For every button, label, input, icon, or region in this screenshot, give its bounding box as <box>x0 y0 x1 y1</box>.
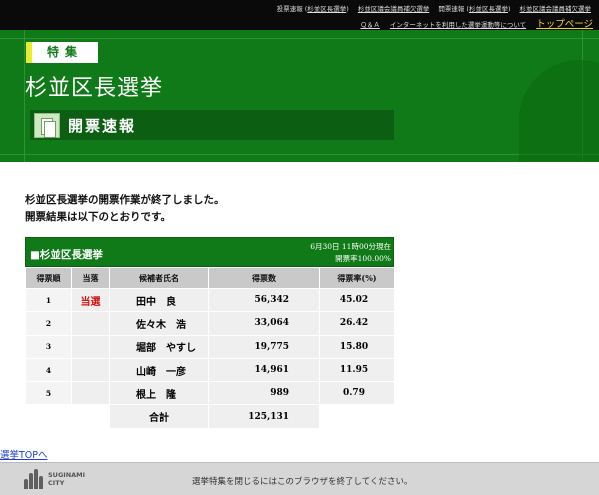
suginami-city-logo: SUGINAMI CITY <box>24 469 85 489</box>
election-links-row: 投票速報 (杉並区長選挙) 杉並区議会議員補欠選挙 開票速報 (杉並区長選挙) … <box>277 3 591 13</box>
column-header: 得票順 <box>25 267 72 289</box>
nav-voting-mayor-link[interactable]: 杉並区長選挙 <box>307 5 346 13</box>
status-cell <box>71 381 110 406</box>
as-of-info: 6月30日 11時00分現在 開票率100.00% <box>310 241 391 265</box>
total-row: 合計 125,131 <box>25 404 395 429</box>
rank-cell: 3 <box>25 334 72 359</box>
table-row: 2 佐々木 浩 33,064 26.42 <box>25 311 395 336</box>
table-row: 3 堀部 やすし 19,775 15.80 <box>25 334 395 359</box>
logo-text: SUGINAMI CITY <box>48 471 85 487</box>
rank-cell: 4 <box>25 357 72 383</box>
candidate-name-cell: 山崎 一彦 <box>109 357 209 383</box>
nav-suffix: ) <box>346 5 349 13</box>
candidate-name-cell: 堀部 やすし <box>109 334 209 359</box>
nav-suffix: ) <box>507 5 511 13</box>
empty-cell <box>319 404 395 429</box>
section-title: 開票速報 <box>68 117 137 135</box>
column-header: 候補者氏名 <box>109 267 209 289</box>
rate-cell: 45.02 <box>319 287 395 313</box>
nav-voting-council-link[interactable]: 杉並区議会議員補欠選挙 <box>358 3 430 13</box>
rank-cell: 2 <box>25 311 72 336</box>
rate-cell: 11.95 <box>319 357 395 383</box>
nav-counting-mayor-link[interactable]: 杉並区長選挙 <box>469 5 508 13</box>
table-row: 5 根上 隆 989 0.79 <box>25 381 395 406</box>
table-row: 4 山崎 一彦 14,961 11.95 <box>25 357 395 383</box>
nav-prefix: 開票速報 ( <box>438 5 469 13</box>
empty-cell <box>71 404 110 429</box>
votes-cell: 14,961 <box>208 357 320 383</box>
election-name: ■杉並区長選挙 <box>30 249 103 261</box>
total-votes: 125,131 <box>208 404 320 429</box>
votes-cell: 989 <box>208 381 320 406</box>
status-cell <box>71 311 110 336</box>
top-navigation-bar: 投票速報 (杉並区長選挙) 杉並区議会議員補欠選挙 開票速報 (杉並区長選挙) … <box>0 0 599 30</box>
candidate-name-cell: 根上 隆 <box>109 381 209 406</box>
total-label: 合計 <box>109 404 209 429</box>
logo-line: SUGINAMI <box>48 471 86 479</box>
as-of-time: 6月30日 11時00分現在 <box>310 242 391 251</box>
document-icon <box>34 113 60 138</box>
rate-cell: 26.42 <box>319 311 395 336</box>
status-cell <box>71 357 110 383</box>
votes-cell: 56,342 <box>208 287 320 313</box>
candidate-name-cell: 田中 良 <box>109 287 209 313</box>
rank-cell: 1 <box>25 287 72 313</box>
nav-counting-council-link[interactable]: 杉並区議会議員補欠選挙 <box>520 3 592 13</box>
votes-cell: 19,775 <box>208 334 320 359</box>
nav-counting-report: 開票速報 (杉並区長選挙) <box>438 3 510 13</box>
candidate-name-cell: 佐々木 浩 <box>109 311 209 336</box>
status-cell: 当選 <box>71 287 110 313</box>
intro-line: 開票結果は以下のとおりです。 <box>25 211 171 223</box>
status-cell <box>71 334 110 359</box>
table-row: 1 当選 田中 良 56,342 45.02 <box>25 287 395 313</box>
votes-cell: 33,064 <box>208 311 320 336</box>
rate-cell: 15.80 <box>319 334 395 359</box>
intro-line: 杉並区長選挙の開票作業が終了しました。 <box>25 194 225 206</box>
page-header: 特集 杉並区長選挙 開票速報 <box>0 30 599 162</box>
feature-badge: 特集 <box>26 42 98 63</box>
footer-message: 選挙特集を閉じるにはこのブラウザを終了してください。 <box>192 477 413 487</box>
header-guide-line <box>0 38 599 39</box>
top-page-link[interactable]: トップページ <box>536 16 593 30</box>
results-table: ■杉並区長選挙 6月30日 11時00分現在 開票率100.00% 得票順 当落… <box>25 237 395 429</box>
page-title: 杉並区長選挙 <box>25 76 164 101</box>
section-banner: 開票速報 <box>30 110 394 140</box>
qa-link[interactable]: Ｑ＆Ａ <box>360 19 380 29</box>
page-footer: SUGINAMI CITY 選挙特集を閉じるにはこのブラウザを終了してください。 <box>0 462 599 495</box>
back-to-election-top-link[interactable]: 選挙TOPへ <box>0 447 48 461</box>
empty-cell <box>25 404 72 429</box>
nav-voting-report: 投票速報 (杉並区長選挙) <box>277 3 349 13</box>
column-header-row: 得票順 当落 候補者氏名 得票数 得票率(%) <box>25 267 395 289</box>
column-header: 得票率(%) <box>319 267 395 289</box>
header-guide-line <box>0 154 599 155</box>
nav-prefix: 投票速報 ( <box>276 5 308 13</box>
rank-cell: 5 <box>25 381 72 406</box>
column-header: 得票数 <box>208 267 320 289</box>
results-table-header: ■杉並区長選挙 6月30日 11時00分現在 開票率100.00% <box>25 237 394 267</box>
header-guide-line <box>582 30 583 162</box>
utility-links-row: Ｑ＆Ａ インターネットを利用した選挙運動等について トップページ <box>360 16 593 30</box>
column-header: 当落 <box>71 267 110 289</box>
city-logo-icon <box>24 469 44 489</box>
internet-campaign-link[interactable]: インターネットを利用した選挙運動等について <box>390 19 526 29</box>
rate-cell: 0.79 <box>319 381 395 406</box>
count-rate: 開票率100.00% <box>335 254 391 263</box>
intro-text: 杉並区長選挙の開票作業が終了しました。 開票結果は以下のとおりです。 <box>25 192 225 226</box>
results-grid: 得票順 当落 候補者氏名 得票数 得票率(%) 1 当選 田中 良 56,342… <box>25 267 395 429</box>
logo-line: CITY <box>48 479 65 487</box>
